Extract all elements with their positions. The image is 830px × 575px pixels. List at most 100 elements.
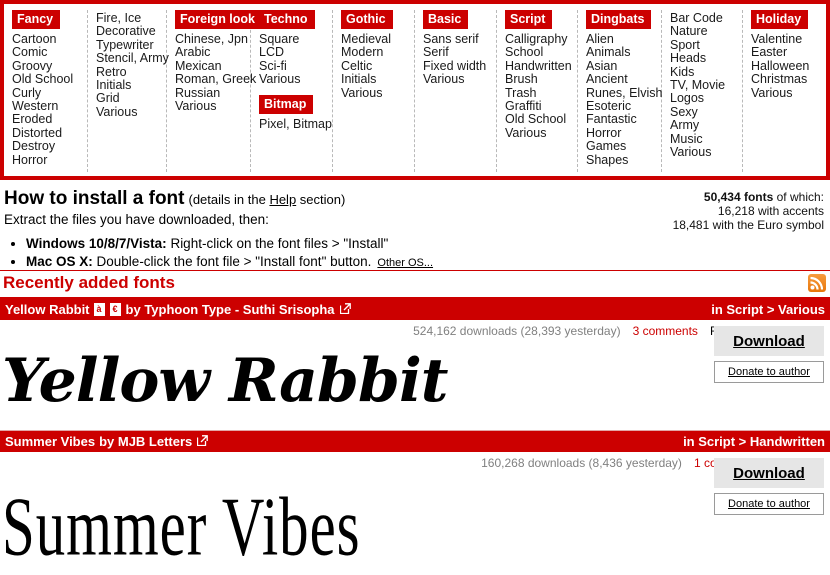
category-header-bitmap[interactable]: Bitmap bbox=[259, 94, 314, 114]
category-header-basic[interactable]: Basic bbox=[423, 10, 469, 29]
category-item[interactable]: Bar Code bbox=[670, 11, 738, 25]
category-item[interactable]: Arabic bbox=[175, 45, 246, 59]
category-header-fancy[interactable]: Fancy bbox=[12, 10, 61, 29]
category-item[interactable]: Medieval bbox=[341, 32, 410, 46]
font-preview-image[interactable]: Yellow Rabbit bbox=[2, 338, 448, 424]
category-item[interactable]: Valentine bbox=[751, 32, 821, 46]
category-item[interactable]: Logos bbox=[670, 92, 738, 106]
category-item[interactable]: Runes, Elvish bbox=[586, 86, 662, 100]
category-item[interactable]: Decorative bbox=[96, 24, 162, 38]
external-link-icon[interactable] bbox=[339, 302, 351, 317]
category-item[interactable]: Russian bbox=[175, 86, 246, 100]
category-item[interactable]: Fantastic bbox=[586, 113, 657, 127]
category-item[interactable]: Horror bbox=[586, 126, 657, 140]
category-item[interactable]: Brush bbox=[505, 72, 573, 86]
category-item[interactable]: Halloween bbox=[751, 59, 821, 73]
font-category-link[interactable]: in Script > Various bbox=[711, 302, 825, 317]
category-item[interactable]: Eroded bbox=[12, 113, 83, 127]
category-item[interactable]: Army bbox=[670, 118, 738, 132]
download-button[interactable]: Download bbox=[714, 458, 824, 488]
font-name[interactable]: Summer Vibes bbox=[5, 434, 95, 449]
category-item[interactable]: Roman, Greek bbox=[175, 72, 256, 86]
category-item[interactable]: Western bbox=[12, 99, 83, 113]
font-author[interactable]: by MJB Letters bbox=[99, 434, 192, 449]
category-item[interactable]: Esoteric bbox=[586, 99, 657, 113]
font-preview-image[interactable]: Summer Vibes bbox=[2, 480, 361, 575]
category-item[interactable]: Sexy bbox=[670, 105, 738, 119]
category-item[interactable]: Christmas bbox=[751, 72, 821, 86]
category-header-dingbats[interactable]: Dingbats bbox=[586, 10, 652, 29]
category-item[interactable]: Grid bbox=[96, 92, 162, 106]
other-os-link[interactable]: Other OS... bbox=[377, 257, 433, 269]
category-item[interactable]: Sport bbox=[670, 38, 738, 52]
external-link-icon[interactable] bbox=[197, 434, 209, 449]
category-item[interactable]: Pixel, Bitmap bbox=[259, 117, 332, 131]
category-item[interactable]: Old School bbox=[12, 72, 83, 86]
category-item[interactable]: Old School bbox=[505, 113, 573, 127]
comments-link[interactable]: 3 comments bbox=[633, 324, 698, 338]
category-item[interactable]: Destroy bbox=[12, 139, 83, 153]
category-item[interactable]: Games bbox=[586, 139, 657, 153]
donate-button[interactable]: Donate to author bbox=[714, 493, 824, 515]
category-item[interactable]: Graffiti bbox=[505, 99, 573, 113]
category-item[interactable]: Calligraphy bbox=[505, 32, 573, 46]
category-item[interactable]: Modern bbox=[341, 45, 410, 59]
category-item[interactable]: Kids bbox=[670, 65, 738, 79]
category-item[interactable]: Serif bbox=[423, 45, 492, 59]
category-item[interactable]: TV, Movie bbox=[670, 78, 738, 92]
category-item[interactable]: Various bbox=[175, 99, 246, 113]
category-item[interactable]: Mexican bbox=[175, 59, 246, 73]
category-item[interactable]: Typewriter bbox=[96, 38, 162, 52]
category-item[interactable]: Animals bbox=[586, 45, 657, 59]
category-item[interactable]: Initials bbox=[341, 72, 410, 86]
category-item[interactable]: Various bbox=[670, 145, 738, 159]
euro-badge-icon[interactable]: € bbox=[109, 303, 121, 316]
category-item[interactable]: Cartoon bbox=[12, 32, 83, 46]
category-item[interactable]: Easter bbox=[751, 45, 821, 59]
category-item[interactable]: Ancient bbox=[586, 72, 657, 86]
help-link[interactable]: Help bbox=[269, 192, 296, 207]
category-item[interactable]: Celtic bbox=[341, 59, 410, 73]
category-item[interactable]: Shapes bbox=[586, 153, 657, 167]
category-item[interactable]: School bbox=[505, 45, 573, 59]
category-item[interactable]: Sci-fi bbox=[259, 59, 328, 73]
category-item[interactable]: Sans serif bbox=[423, 32, 492, 46]
category-item[interactable]: Various bbox=[259, 72, 328, 86]
category-item[interactable]: Retro bbox=[96, 65, 162, 79]
category-item[interactable]: Initials bbox=[96, 78, 162, 92]
category-item[interactable]: Groovy bbox=[12, 59, 83, 73]
category-item[interactable]: Stencil, Army bbox=[96, 51, 169, 65]
category-item[interactable]: Various bbox=[96, 105, 162, 119]
category-item[interactable]: LCD bbox=[259, 45, 328, 59]
category-header-gothic[interactable]: Gothic bbox=[341, 10, 393, 29]
category-item[interactable]: Heads bbox=[670, 51, 738, 65]
category-header-holiday[interactable]: Holiday bbox=[751, 10, 809, 29]
category-item[interactable]: Nature bbox=[670, 24, 738, 38]
category-header-techno[interactable]: Techno bbox=[259, 10, 315, 29]
category-item[interactable]: Fire, Ice bbox=[96, 11, 162, 25]
category-item[interactable]: Horror bbox=[12, 153, 83, 167]
category-item[interactable]: Fixed width bbox=[423, 59, 492, 73]
category-header-foreign-look[interactable]: Foreign look bbox=[175, 10, 262, 29]
rss-icon[interactable] bbox=[808, 274, 826, 292]
font-category-link[interactable]: in Script > Handwritten bbox=[683, 434, 825, 449]
category-item[interactable]: Various bbox=[505, 126, 573, 140]
category-item[interactable]: Various bbox=[751, 86, 821, 100]
category-item[interactable]: Asian bbox=[586, 59, 657, 73]
category-item[interactable]: Curly bbox=[12, 86, 83, 100]
download-button[interactable]: Download bbox=[714, 326, 824, 356]
category-item[interactable]: Square bbox=[259, 32, 328, 46]
category-item[interactable]: Distorted bbox=[12, 126, 83, 140]
category-header-script[interactable]: Script bbox=[505, 10, 553, 29]
category-item[interactable]: Chinese, Jpn bbox=[175, 32, 248, 46]
category-item[interactable]: Handwritten bbox=[505, 59, 573, 73]
category-item[interactable]: Trash bbox=[505, 86, 573, 100]
category-item[interactable]: Various bbox=[423, 72, 492, 86]
font-author[interactable]: by Typhoon Type - Suthi Srisopha bbox=[126, 302, 335, 317]
category-item[interactable]: Comic bbox=[12, 45, 83, 59]
donate-button[interactable]: Donate to author bbox=[714, 361, 824, 383]
accents-badge-icon[interactable]: à bbox=[93, 303, 105, 316]
category-item[interactable]: Music bbox=[670, 132, 738, 146]
category-item[interactable]: Various bbox=[341, 86, 410, 100]
category-item[interactable]: Alien bbox=[586, 32, 657, 46]
